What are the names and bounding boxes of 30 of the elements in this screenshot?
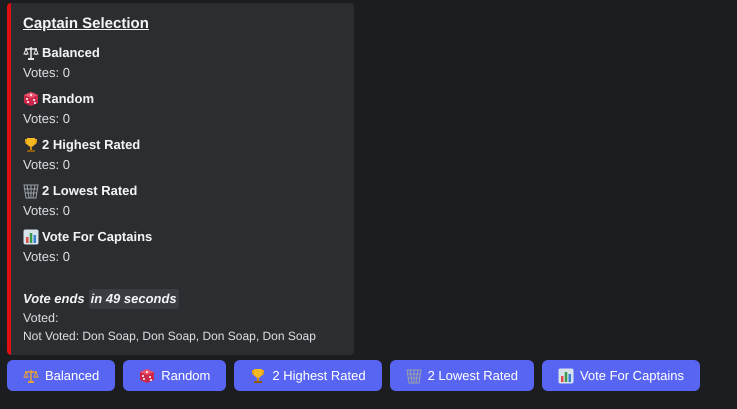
vote-button[interactable]: 2 Highest Rated xyxy=(234,360,382,391)
option-name: 2 Lowest Rated xyxy=(42,182,138,200)
embed-title: Captain Selection xyxy=(23,15,149,33)
vote-button[interactable]: 2 Lowest Rated xyxy=(390,360,534,391)
vote-end-label: Vote ends xyxy=(23,290,85,308)
basket-net-icon xyxy=(406,368,422,384)
option-name: Balanced xyxy=(42,44,100,62)
vote-button[interactable]: Balanced xyxy=(7,360,116,391)
option-name: Vote For Captains xyxy=(42,228,152,246)
option-name: Random xyxy=(42,90,94,108)
scales-icon xyxy=(23,368,39,384)
vote-button[interactable]: Random xyxy=(123,360,226,391)
bar-chart-icon xyxy=(23,229,39,245)
die-icon xyxy=(23,91,39,107)
vote-button[interactable]: Vote For Captains xyxy=(542,360,700,391)
trophy-icon xyxy=(23,137,39,153)
bar-chart-icon xyxy=(558,368,574,384)
vote-count: Votes: 0 xyxy=(23,110,70,128)
vote-count: Votes: 0 xyxy=(23,156,70,174)
timestamp: in 49 seconds xyxy=(88,289,179,309)
vote-count: Votes: 0 xyxy=(23,202,70,220)
die-icon xyxy=(139,368,156,384)
basket-net-icon xyxy=(23,183,39,199)
not-voted-list: Not Voted: Don Soap, Don Soap, Don Soap, Don Soap xyxy=(23,327,316,345)
option-name: 2 Highest Rated xyxy=(42,136,140,154)
vote-count: Votes: 0 xyxy=(23,64,70,82)
vote-count: Votes: 0 xyxy=(23,248,70,266)
trophy-icon xyxy=(250,368,266,384)
scales-icon xyxy=(23,45,39,61)
voted-list: Voted: xyxy=(23,309,58,327)
